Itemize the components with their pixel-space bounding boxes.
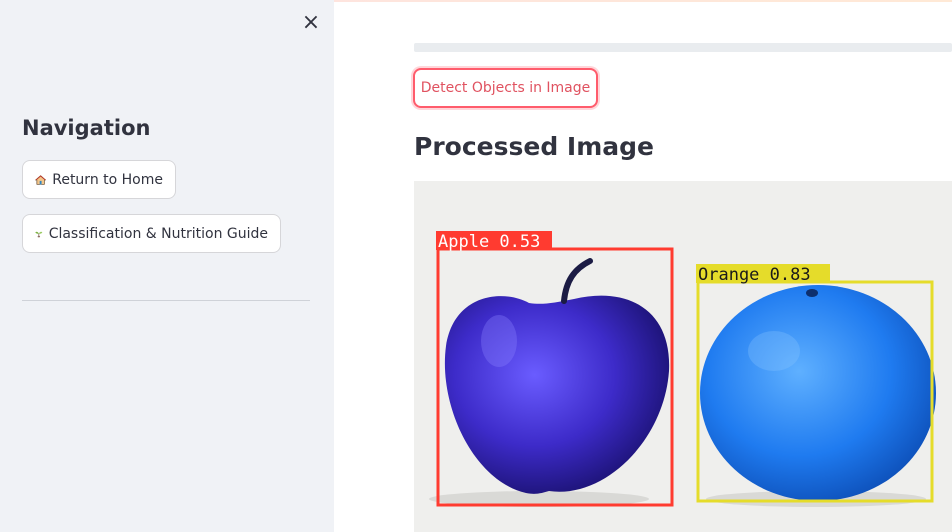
detect-objects-button[interactable]: Detect Objects in Image (413, 68, 598, 108)
processed-image: Apple 0.53 Orange 0.83 (414, 181, 952, 532)
detection-image-canvas: Apple 0.53 Orange 0.83 (414, 181, 952, 532)
return-home-label: Return to Home (52, 171, 163, 188)
close-sidebar-button[interactable]: × (298, 10, 324, 36)
progress-bar (414, 43, 952, 52)
seedling-icon (35, 231, 43, 237)
processed-image-title: Processed Image (414, 132, 654, 161)
orange-object (700, 285, 936, 501)
sidebar-title: Navigation (22, 116, 151, 140)
orange-detection-label: Orange 0.83 (698, 265, 811, 285)
house-icon (35, 174, 47, 185)
sidebar: × Navigation Return to Home Classificati… (0, 0, 334, 532)
sidebar-divider (22, 300, 310, 301)
nutrition-guide-label: Classification & Nutrition Guide (48, 225, 268, 242)
apple-detection-label: Apple 0.53 (438, 232, 540, 252)
return-home-button[interactable]: Return to Home (22, 160, 176, 199)
nutrition-guide-button[interactable]: Classification & Nutrition Guide (22, 214, 281, 253)
close-icon: × (301, 10, 321, 35)
